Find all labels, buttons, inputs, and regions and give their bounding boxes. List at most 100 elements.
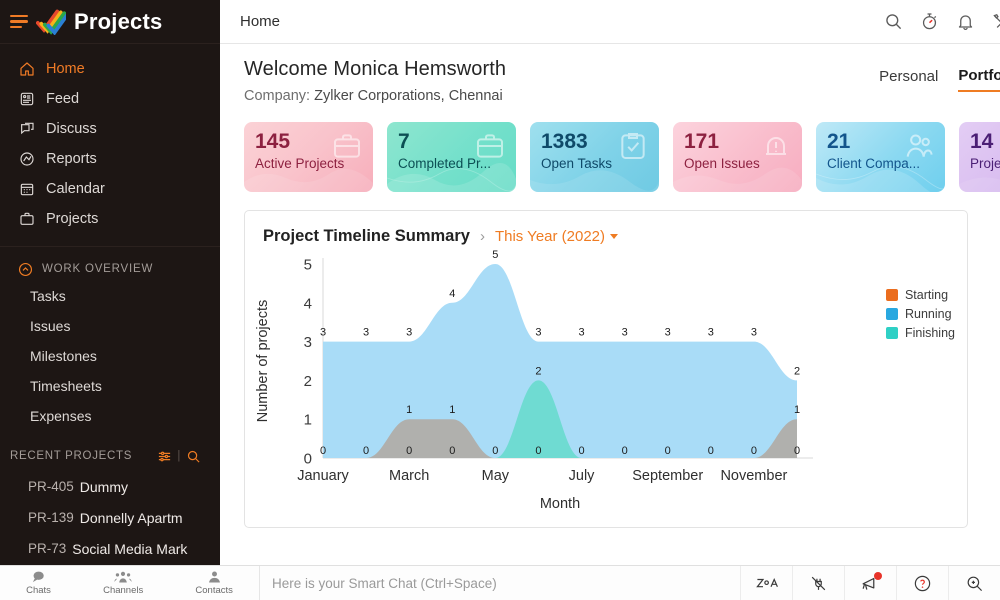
sidebar-item-projects[interactable]: Projects <box>0 204 220 234</box>
stat-value: 145 <box>255 131 362 153</box>
sidebar-item-tasks[interactable]: Tasks <box>0 281 220 311</box>
notification-badge <box>874 572 882 580</box>
legend-item-finishing[interactable]: Finishing <box>886 326 955 340</box>
tab-personal[interactable]: Personal <box>879 68 938 91</box>
data-label-running: 2 <box>794 365 800 377</box>
breadcrumb: Home <box>240 13 883 30</box>
stat-value: 21 <box>827 131 934 153</box>
briefcase-icon <box>18 211 35 228</box>
hamburger-menu-icon[interactable] <box>10 15 28 29</box>
stat-value: 171 <box>684 131 791 153</box>
bell-icon[interactable] <box>955 12 975 32</box>
project-name: Social Media Mark <box>72 541 187 557</box>
caret-down-icon <box>610 234 618 239</box>
announcement-icon[interactable] <box>844 566 896 600</box>
sidebar-item-home[interactable]: Home <box>0 54 220 84</box>
sidebar-item-issues[interactable]: Issues <box>0 311 220 341</box>
legend-item-starting[interactable]: Starting <box>886 288 955 302</box>
bottom-tab-contacts[interactable]: Contacts <box>195 570 233 596</box>
sidebar-item-discuss[interactable]: Discuss <box>0 114 220 144</box>
data-label-baseline: 0 <box>622 445 628 457</box>
x-axis-tick: March <box>389 468 429 484</box>
data-label-baseline: 0 <box>449 445 455 457</box>
channels-people-icon <box>114 570 132 584</box>
stat-card-project-groups[interactable]: 14 Project Groups <box>959 122 1000 192</box>
data-label-baseline: 0 <box>492 445 498 457</box>
recent-projects-label: RECENT PROJECTS <box>10 450 152 462</box>
data-label-running: 4 <box>449 288 455 300</box>
stat-card-active-projects[interactable]: 145 Active Projects <box>244 122 373 192</box>
bottom-tab-channels[interactable]: Channels <box>103 570 143 596</box>
data-label-baseline: 0 <box>708 445 714 457</box>
bottom-bar: Chats Channels Contacts Here is your Sma… <box>0 565 1000 600</box>
data-label-running: 3 <box>578 327 584 339</box>
stat-label: Completed Pr... <box>398 156 505 171</box>
sidebar-section-work-overview[interactable]: WORK OVERVIEW <box>0 257 220 281</box>
recent-project-item[interactable]: PR-73 Social Media Mark <box>0 533 220 564</box>
stat-card-open-issues[interactable]: 171 Open Issues <box>673 122 802 192</box>
chevron-right-icon: › <box>480 228 485 245</box>
data-label-baseline: 0 <box>665 445 671 457</box>
stat-label: Open Tasks <box>541 156 648 171</box>
sidebar-item-calendar[interactable]: Calendar <box>0 174 220 204</box>
tools-icon[interactable] <box>991 12 1000 32</box>
bottom-tab-chats[interactable]: Chats <box>26 570 51 596</box>
search-icon[interactable] <box>883 12 903 32</box>
bottom-tab-label: Chats <box>26 585 51 596</box>
y-axis-label: Number of projects <box>255 300 271 423</box>
project-timeline-panel: Project Timeline Summary › This Year (20… <box>244 210 968 528</box>
y-axis-tick: 0 <box>304 451 312 468</box>
y-axis-tick: 2 <box>304 373 312 390</box>
data-label-running: 3 <box>363 327 369 339</box>
data-label-finishing: 2 <box>535 365 541 377</box>
period-selector[interactable]: This Year (2022) <box>495 228 618 245</box>
project-name: Donnelly Apartm <box>80 510 183 526</box>
data-label-running: 5 <box>492 249 498 261</box>
bottom-tab-label: Contacts <box>195 585 233 596</box>
tab-portfolio[interactable]: Portfolio <box>958 67 1000 92</box>
sidebar-item-label: Feed <box>46 91 79 107</box>
help-icon[interactable] <box>896 566 948 600</box>
smart-chat-input[interactable]: Here is your Smart Chat (Ctrl+Space) <box>260 576 740 591</box>
sidebar-item-reports[interactable]: Reports <box>0 144 220 174</box>
x-axis-tick: May <box>482 468 510 484</box>
sidebar-sub-label: Tasks <box>30 288 66 304</box>
stat-label: Project Groups <box>970 156 1000 171</box>
timer-icon[interactable] <box>919 12 939 32</box>
zia-icon[interactable] <box>740 566 792 600</box>
recent-project-item[interactable]: PR-139 Donnelly Apartm <box>0 502 220 533</box>
top-bar-actions: + <box>883 8 1000 36</box>
content-scroll-area[interactable]: Welcome Monica Hemsworth Company: Zylker… <box>220 44 1000 600</box>
timeline-area-chart: 012345Number of projects3334533333321112… <box>245 246 968 516</box>
sidebar-item-label: Projects <box>46 211 98 227</box>
stat-cards: 145 Active Projects 7 Completed Pr... <box>244 122 1000 192</box>
sidebar-item-timesheets[interactable]: Timesheets <box>0 371 220 401</box>
stat-card-completed-projects[interactable]: 7 Completed Pr... <box>387 122 516 192</box>
stat-card-open-tasks[interactable]: 1383 Open Tasks <box>530 122 659 192</box>
data-label-running: 3 <box>708 327 714 339</box>
sidebar-item-expenses[interactable]: Expenses <box>0 401 220 431</box>
discuss-icon <box>18 121 35 138</box>
y-axis-tick: 5 <box>304 257 312 274</box>
data-label-baseline: 0 <box>406 445 412 457</box>
project-id: PR-139 <box>28 510 74 525</box>
legend-swatch <box>886 308 898 320</box>
data-label-running: 3 <box>751 327 757 339</box>
recent-project-item[interactable]: PR-405 Dummy <box>0 471 220 502</box>
y-axis-tick: 3 <box>304 334 312 351</box>
feed-icon <box>18 91 35 108</box>
plug-off-icon[interactable] <box>792 566 844 600</box>
calendar-icon <box>18 181 35 198</box>
legend-item-running[interactable]: Running <box>886 307 955 321</box>
sidebar-item-label: Discuss <box>46 121 97 137</box>
sidebar-item-feed[interactable]: Feed <box>0 84 220 114</box>
stat-card-client-companies[interactable]: 21 Client Compa... <box>816 122 945 192</box>
view-tabs: Personal Portfolio <box>879 58 1000 94</box>
search-icon[interactable] <box>181 449 206 464</box>
sidebar-item-milestones[interactable]: Milestones <box>0 341 220 371</box>
brand-name: Projects <box>74 9 162 35</box>
zoom-search-icon[interactable] <box>948 566 1000 600</box>
sliders-icon[interactable] <box>152 449 177 464</box>
chart-canvas: 012345Number of projects3334533333321112… <box>245 246 968 516</box>
legend-label: Starting <box>905 288 948 302</box>
